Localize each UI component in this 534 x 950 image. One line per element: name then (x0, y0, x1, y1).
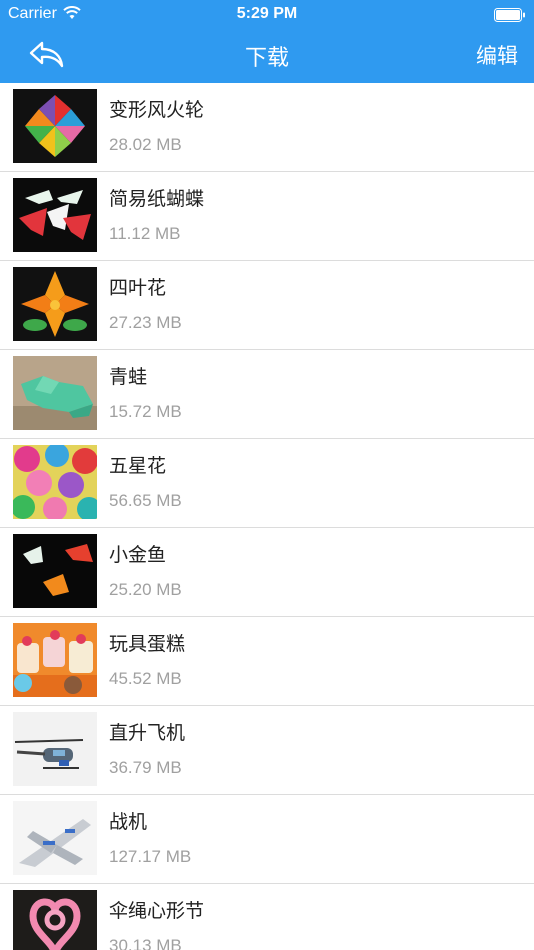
list-item[interactable]: 四叶花 27.23 MB (0, 261, 534, 350)
battery-icon (494, 7, 526, 22)
item-size: 36.79 MB (109, 758, 182, 777)
star-flower-thumbnail (13, 445, 97, 519)
item-name: 青蛙 (109, 366, 148, 388)
item-size: 15.72 MB (109, 402, 182, 421)
item-name: 简易纸蝴蝶 (109, 188, 205, 210)
helicopter-thumbnail (13, 712, 97, 786)
list-item[interactable]: 直升飞机 36.79 MB (0, 706, 534, 795)
top-bar: Carrier 5:29 PM 下载 编辑 (0, 0, 534, 83)
item-name: 小金鱼 (109, 544, 167, 566)
list-item[interactable]: 玩具蛋糕 45.52 MB (0, 617, 534, 706)
item-name: 直升飞机 (109, 722, 186, 744)
fighter-jet-thumbnail (13, 801, 97, 875)
frog-thumbnail (13, 356, 97, 430)
knot-thumbnail (13, 890, 97, 950)
item-size: 11.12 MB (109, 224, 181, 243)
page-title: 下载 (244, 46, 289, 71)
list-item[interactable]: 五星花 56.65 MB (0, 439, 534, 528)
item-size: 45.52 MB (109, 669, 182, 688)
status-bar: Carrier 5:29 PM (0, 0, 534, 28)
cake-thumbnail (13, 623, 97, 697)
item-name: 五星花 (109, 455, 167, 477)
list-item[interactable]: 变形风火轮 28.02 MB (0, 83, 534, 172)
pinwheel-thumbnail (13, 89, 97, 163)
list-item[interactable]: 伞绳心形节 30.13 MB (0, 884, 534, 950)
item-size: 25.20 MB (109, 580, 182, 599)
item-size: 28.02 MB (109, 135, 182, 154)
item-name: 玩具蛋糕 (109, 633, 186, 655)
download-list: 变形风火轮 28.02 MB 简易纸蝴蝶 11.12 MB 四叶花 27.23 … (0, 83, 534, 950)
item-name: 伞绳心形节 (109, 900, 205, 922)
list-item[interactable]: 战机 127.17 MB (0, 795, 534, 884)
navigation-bar: 下载 编辑 (0, 28, 534, 83)
item-name: 四叶花 (109, 277, 167, 299)
item-size: 30.13 MB (109, 936, 182, 950)
butterfly-thumbnail (13, 178, 97, 252)
item-name: 变形风火轮 (109, 99, 205, 121)
goldfish-thumbnail (13, 534, 97, 608)
clock: 5:29 PM (236, 5, 298, 22)
item-name: 战机 (109, 811, 148, 833)
edit-button[interactable]: 编辑 (476, 40, 518, 70)
list-item[interactable]: 青蛙 15.72 MB (0, 350, 534, 439)
list-item[interactable]: 简易纸蝴蝶 11.12 MB (0, 172, 534, 261)
item-size: 127.17 MB (109, 847, 192, 866)
item-size: 27.23 MB (109, 313, 182, 332)
list-item[interactable]: 小金鱼 25.20 MB (0, 528, 534, 617)
flower-thumbnail (13, 267, 97, 341)
item-size: 56.65 MB (109, 491, 182, 510)
